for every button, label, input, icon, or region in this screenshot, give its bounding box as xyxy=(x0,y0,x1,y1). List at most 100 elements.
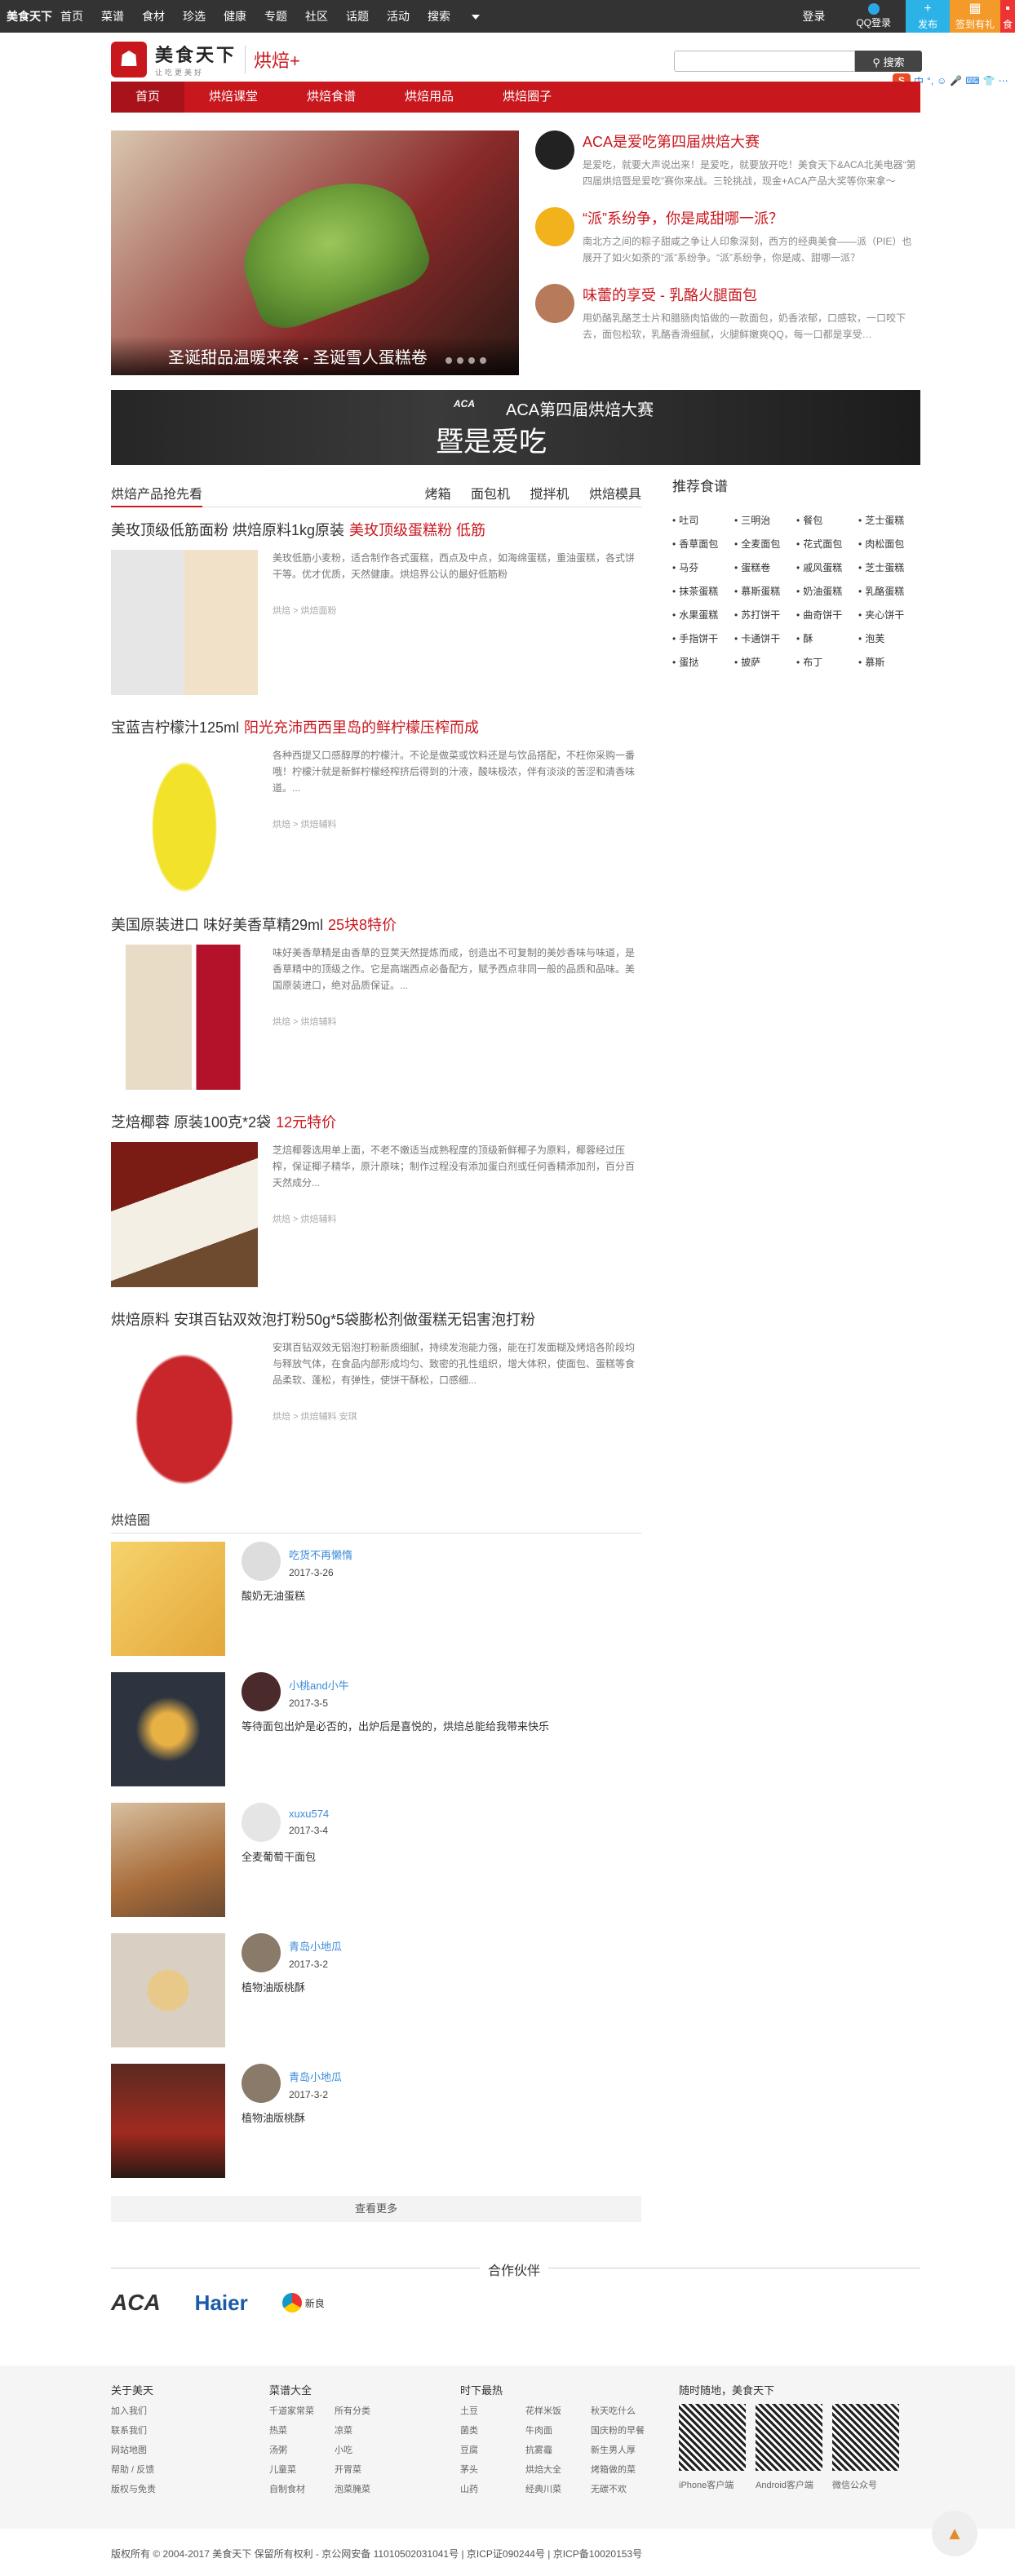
footer-link[interactable]: 新生男人厚 xyxy=(591,2443,656,2456)
channel-nav-supplies[interactable]: 烘焙用品 xyxy=(380,82,478,113)
recipe-tag[interactable]: 苏打饼干 xyxy=(734,608,796,622)
recipe-tag[interactable]: 三明治 xyxy=(734,513,796,527)
footer-link[interactable]: 烤箱做的菜 xyxy=(591,2463,656,2476)
footer-link[interactable]: 自制食材 xyxy=(269,2482,335,2495)
post-user[interactable]: 吃货不再懒惰 xyxy=(289,1547,352,1562)
product-category[interactable]: 烘焙 > 烘焙面粉 xyxy=(273,604,641,617)
login-link[interactable]: 登录 xyxy=(802,8,825,24)
news-item[interactable]: “派”系纷争，你是咸甜哪一派？ 南北方之间的粽子甜咸之争让人印象深刻，西方的经典… xyxy=(535,207,920,284)
post-image[interactable] xyxy=(111,1672,225,1786)
footer-link[interactable]: 花样米饭 xyxy=(525,2404,591,2417)
recipe-tag[interactable]: 花式面包 xyxy=(796,537,858,551)
qq-login-button[interactable]: QQ登录 xyxy=(856,3,891,29)
post-user[interactable]: 小桃and小牛 xyxy=(289,1677,349,1693)
post-image[interactable] xyxy=(111,1542,225,1656)
product-image[interactable] xyxy=(111,747,258,892)
channel-nav-recipes[interactable]: 烘焙食谱 xyxy=(282,82,380,113)
product-image[interactable] xyxy=(111,945,258,1090)
footer-link[interactable]: 儿童菜 xyxy=(269,2463,335,2476)
channel-nav-home[interactable]: 首页 xyxy=(111,82,185,113)
recipe-tag[interactable]: 吐司 xyxy=(672,513,734,527)
news-title[interactable]: 味蕾的享受 - 乳酪火腿面包 xyxy=(583,284,920,305)
avatar[interactable] xyxy=(242,1672,281,1711)
footer-link[interactable]: 经典川菜 xyxy=(525,2482,591,2495)
topbar-nav-topics[interactable]: 专题 xyxy=(264,8,287,24)
post-user[interactable]: xuxu574 xyxy=(289,1808,329,1820)
recipe-tag[interactable]: 全麦面包 xyxy=(734,537,796,551)
tab-mixer[interactable]: 搅拌机 xyxy=(530,488,570,502)
topbar-brand[interactable]: 美食天下 xyxy=(7,8,52,24)
ime-emoji-icon[interactable]: ☺ xyxy=(937,75,946,86)
search-input[interactable] xyxy=(674,51,855,72)
product-image[interactable] xyxy=(111,1142,258,1287)
footer-link[interactable]: 加入我们 xyxy=(111,2404,156,2417)
post-image[interactable] xyxy=(111,1933,225,2047)
post-image[interactable] xyxy=(111,1803,225,1917)
publish-button[interactable]: + 发布 xyxy=(906,0,950,33)
product-title[interactable]: 美国原装进口 味好美香草精29ml xyxy=(111,917,323,933)
topbar-nav-select[interactable]: 珍选 xyxy=(183,8,206,24)
footer-link[interactable]: 所有分类 xyxy=(335,2404,400,2417)
recipe-tag[interactable]: 酥 xyxy=(796,631,858,645)
avatar[interactable] xyxy=(242,1933,281,1972)
hero-dot[interactable] xyxy=(468,357,475,364)
footer-link[interactable]: 网站地图 xyxy=(111,2443,156,2456)
footer-link[interactable]: 千道家常菜 xyxy=(269,2404,335,2417)
recipe-tag[interactable]: 慕斯 xyxy=(858,655,920,669)
ime-keyboard-icon[interactable]: ⌨ xyxy=(965,75,979,86)
recipe-tag[interactable]: 蛋糕卷 xyxy=(734,560,796,574)
product-category[interactable]: 烘焙 > 烘焙辅料 xyxy=(273,817,641,830)
recipe-tag[interactable]: 乳酪蛋糕 xyxy=(858,584,920,598)
contest-banner[interactable]: ACA ACA第四届烘焙大赛 暨是爱吃 xyxy=(111,390,920,465)
post-user[interactable]: 青岛小地瓜 xyxy=(289,2069,342,2084)
footer-link[interactable]: 菌类 xyxy=(460,2423,525,2437)
topbar-nav-community[interactable]: 社区 xyxy=(305,8,328,24)
signin-button[interactable]: ▦ 签到有礼 xyxy=(950,0,1000,33)
hero-slider[interactable]: 圣诞甜品温暖来袭 - 圣诞雪人蛋糕卷 xyxy=(111,131,519,375)
recipe-tag[interactable]: 慕斯蛋糕 xyxy=(734,584,796,598)
hero-dot[interactable] xyxy=(457,357,463,364)
recipe-tag[interactable]: 布丁 xyxy=(796,655,858,669)
search-button[interactable]: ⚲ 搜索 xyxy=(855,51,922,72)
footer-link[interactable]: 凉菜 xyxy=(335,2423,400,2437)
news-item[interactable]: 味蕾的享受 - 乳酪火腿面包 用奶酪乳酪芝士片和腊肠肉馅做的一款面包，奶香浓郁，… xyxy=(535,284,920,361)
news-title[interactable]: ACA是爱吃第四届烘焙大赛 xyxy=(583,131,920,152)
product-highlight[interactable]: 25块8特价 xyxy=(328,917,397,933)
ime-more-icon[interactable]: ⋯ xyxy=(999,75,1008,86)
topbar-nav-search[interactable]: 搜索 xyxy=(428,8,480,24)
footer-link[interactable]: 帮助 / 反馈 xyxy=(111,2463,156,2476)
partner-logo-haier[interactable]: Haier xyxy=(195,2291,248,2316)
product-title[interactable]: 烘焙原料 安琪百钻双效泡打粉50g*5袋膨松剂做蛋糕无铝害泡打粉 xyxy=(111,1312,535,1328)
footer-link[interactable]: 土豆 xyxy=(460,2404,525,2417)
topbar-nav-health[interactable]: 健康 xyxy=(224,8,246,24)
chevron-down-icon[interactable] xyxy=(472,15,480,20)
footer-link[interactable]: 开胃菜 xyxy=(335,2463,400,2476)
product-highlight[interactable]: 12元特价 xyxy=(276,1114,336,1131)
recipe-tag[interactable]: 曲奇饼干 xyxy=(796,608,858,622)
footer-link[interactable]: 抗雾霾 xyxy=(525,2443,591,2456)
news-item[interactable]: ACA是爱吃第四届烘焙大赛 是爱吃，就要大声说出来！是爱吃，就要放开吃！美食天下… xyxy=(535,131,920,207)
recipe-tag[interactable]: 卡通饼干 xyxy=(734,631,796,645)
footer-link[interactable]: 无碳不欢 xyxy=(591,2482,656,2495)
avatar[interactable] xyxy=(242,1542,281,1581)
recipe-tag[interactable]: 香草面包 xyxy=(672,537,734,551)
footer-link[interactable]: 国庆粉的早餐 xyxy=(591,2423,656,2437)
recipe-tag[interactable]: 手指饼干 xyxy=(672,631,734,645)
rocket-icon[interactable]: ▲ xyxy=(932,2511,977,2556)
recipe-tag[interactable]: 抹茶蛋糕 xyxy=(672,584,734,598)
footer-link[interactable]: 汤粥 xyxy=(269,2443,335,2456)
recipe-tag[interactable]: 披萨 xyxy=(734,655,796,669)
ime-skin-icon[interactable]: 👕 xyxy=(983,75,995,86)
avatar[interactable] xyxy=(242,1803,281,1842)
product-title[interactable]: 宝蓝吉柠檬汁125ml xyxy=(111,719,239,736)
android-app-link[interactable]: Android客户端 xyxy=(756,2478,832,2491)
load-more-button[interactable]: 查看更多 xyxy=(111,2196,641,2222)
partner-logo-aca[interactable]: ACA xyxy=(111,2290,161,2316)
iphone-app-link[interactable]: iPhone客户端 xyxy=(679,2478,756,2491)
recipe-tag[interactable]: 蛋挞 xyxy=(672,655,734,669)
product-category[interactable]: 烘焙 > 烘焙辅料 xyxy=(273,1212,641,1225)
ime-punct-icon[interactable]: °, xyxy=(927,75,933,86)
channel-nav-class[interactable]: 烘焙课堂 xyxy=(184,82,282,113)
hero-dot[interactable] xyxy=(445,357,452,364)
footer-link[interactable]: 豆腐 xyxy=(460,2443,525,2456)
